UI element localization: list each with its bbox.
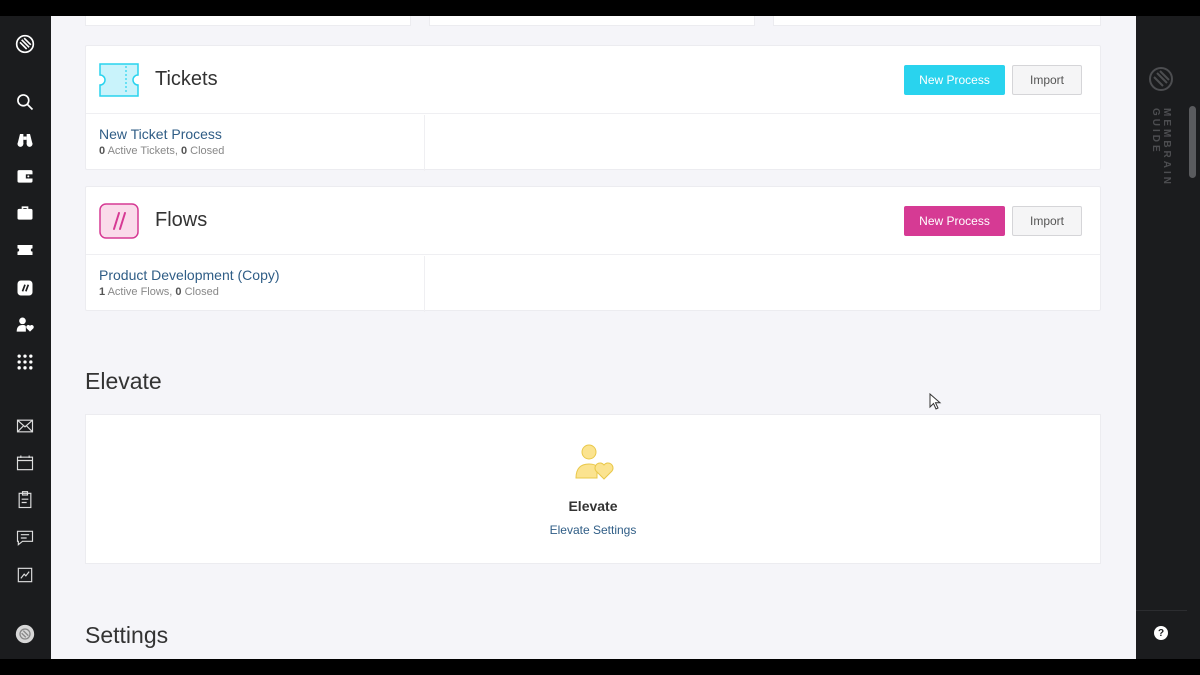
help-button[interactable]: ? xyxy=(1154,626,1168,640)
ticket-icon[interactable] xyxy=(13,238,37,262)
settings-section-heading: Settings xyxy=(85,622,169,648)
active-flows-text: Active Flows, xyxy=(105,286,176,298)
logo-icon[interactable] xyxy=(13,32,37,56)
top-black-bar xyxy=(0,0,1200,16)
user-heart-icon[interactable] xyxy=(13,313,37,337)
elevate-section-heading: Elevate xyxy=(85,368,162,394)
report-icon[interactable] xyxy=(13,563,37,587)
calendar-icon[interactable] xyxy=(13,451,37,475)
tickets-import-button[interactable]: Import xyxy=(1012,65,1082,95)
flows-card-icon xyxy=(99,203,139,239)
mouse-cursor-icon xyxy=(929,393,942,410)
briefcase-icon[interactable] xyxy=(13,201,37,225)
active-tickets-text: Active Tickets, xyxy=(105,145,181,157)
binoculars-icon[interactable] xyxy=(13,127,37,151)
ticket-process-link[interactable]: New Ticket Process xyxy=(99,126,222,142)
flows-new-process-button[interactable]: New Process xyxy=(904,206,1005,236)
scrollbar-thumb[interactable] xyxy=(1189,106,1196,178)
clipboard-icon[interactable] xyxy=(13,488,37,512)
apps-grid-icon[interactable] xyxy=(13,350,37,374)
bottom-black-bar xyxy=(0,659,1200,675)
flows-card: Flows New Process Import Product Develop… xyxy=(85,186,1101,312)
membrain-logo-icon xyxy=(1149,67,1173,91)
column-divider xyxy=(424,256,425,312)
elevate-card: Elevate Elevate Settings xyxy=(85,414,1101,564)
ticket-card-icon xyxy=(99,63,139,97)
flows-icon[interactable] xyxy=(13,276,37,300)
flows-card-header: Flows New Process Import xyxy=(86,187,1100,255)
previous-cards-bottom xyxy=(85,16,1101,26)
avatar[interactable] xyxy=(13,622,37,646)
tickets-new-process-button[interactable]: New Process xyxy=(904,65,1005,95)
column-divider xyxy=(424,115,425,171)
left-sidebar xyxy=(0,16,51,659)
page-scrollbar[interactable] xyxy=(1187,16,1200,659)
app-window: Tickets New Process Import New Ticket Pr… xyxy=(0,0,1200,675)
tickets-card: Tickets New Process Import New Ticket Pr… xyxy=(85,45,1101,171)
flow-process-link[interactable]: Product Development (Copy) xyxy=(99,267,280,283)
guide-label: MEMBRAIN GUIDE xyxy=(1150,108,1172,187)
guide-panel[interactable]: MEMBRAIN GUIDE ? xyxy=(1136,16,1187,659)
flow-process-stats: 1 Active Flows, 0 Closed xyxy=(99,286,219,298)
elevate-settings-link[interactable]: Elevate Settings xyxy=(86,523,1100,537)
user-heart-icon xyxy=(575,444,614,480)
tickets-title: Tickets xyxy=(155,68,218,90)
ticket-process-stats: 0 Active Tickets, 0 Closed xyxy=(99,145,224,157)
closed-tickets-text: Closed xyxy=(187,145,225,157)
main-content: Tickets New Process Import New Ticket Pr… xyxy=(51,16,1136,659)
tickets-card-header: Tickets New Process Import xyxy=(86,46,1100,114)
wallet-icon[interactable] xyxy=(13,164,37,188)
flows-title: Flows xyxy=(155,209,208,231)
panel-divider xyxy=(1136,610,1187,611)
flows-import-button[interactable]: Import xyxy=(1012,206,1082,236)
mail-icon[interactable] xyxy=(13,414,37,438)
elevate-card-title: Elevate xyxy=(568,498,618,514)
search-icon[interactable] xyxy=(13,90,37,114)
chat-icon[interactable] xyxy=(13,526,37,550)
closed-flows-text: Closed xyxy=(181,286,219,298)
